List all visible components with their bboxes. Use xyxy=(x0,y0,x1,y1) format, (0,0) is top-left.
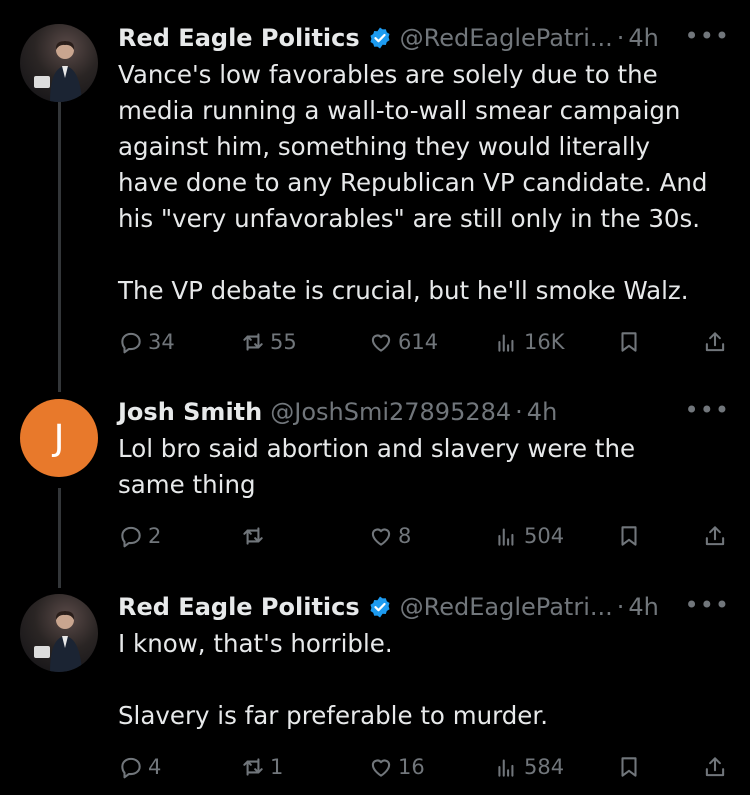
tweet-content: Red Eagle Politics @RedEaglePatri... · 4… xyxy=(118,589,730,779)
reply-icon xyxy=(121,526,141,548)
repost-count: 55 xyxy=(270,330,297,354)
tweet-header: Red Eagle Politics @RedEaglePatri... · 4… xyxy=(118,20,730,56)
reply-button[interactable]: 4 xyxy=(118,749,161,785)
like-count: 614 xyxy=(398,330,439,354)
repost-icon xyxy=(243,527,263,545)
reply-count: 34 xyxy=(148,330,175,354)
thread-line xyxy=(58,88,61,392)
bookmark-button[interactable] xyxy=(616,518,642,554)
tweet-text: I know, that's horrible. Slavery is far … xyxy=(118,629,548,730)
separator-dot: · xyxy=(616,24,625,52)
repost-icon xyxy=(243,333,263,351)
more-icon[interactable]: ••• xyxy=(685,591,730,619)
heart-icon xyxy=(371,334,391,352)
more-icon[interactable]: ••• xyxy=(685,396,730,424)
avatar-photo xyxy=(34,611,82,672)
repost-button[interactable]: 55 xyxy=(240,324,297,360)
views-button[interactable]: 504 xyxy=(494,518,564,554)
share-icon xyxy=(705,526,725,546)
view-count: 504 xyxy=(524,524,565,548)
timestamp[interactable]: 4h xyxy=(628,24,658,52)
action-bar: 4 1 16 584 xyxy=(118,749,730,785)
verified-badge-icon[interactable] xyxy=(368,595,392,619)
views-icon xyxy=(498,528,514,546)
share-button[interactable] xyxy=(702,749,728,785)
repost-button[interactable] xyxy=(240,518,270,554)
reply-icon xyxy=(121,757,141,779)
timestamp[interactable]: 4h xyxy=(527,398,557,426)
bookmark-icon xyxy=(621,526,637,546)
share-button[interactable] xyxy=(702,324,728,360)
separator-dot: · xyxy=(616,593,625,621)
action-bar: 2 8 504 xyxy=(118,518,730,554)
like-button[interactable]: 614 xyxy=(368,324,438,360)
views-icon xyxy=(498,334,514,352)
repost-count: 1 xyxy=(270,755,284,779)
heart-icon xyxy=(371,759,391,777)
view-count: 584 xyxy=(524,755,565,779)
reply-button[interactable]: 34 xyxy=(118,324,175,360)
verified-badge-icon[interactable] xyxy=(368,26,392,50)
thread-line xyxy=(58,488,61,588)
bookmark-button[interactable] xyxy=(616,749,642,785)
reply-icon xyxy=(121,332,141,354)
view-count: 16K xyxy=(524,330,565,354)
action-bar: 34 55 614 16K xyxy=(118,324,730,360)
views-button[interactable]: 584 xyxy=(494,749,564,785)
avatar[interactable]: J xyxy=(20,399,98,477)
tweet-content: Josh Smith @JoshSmi27895284 · 4h ••• Lol… xyxy=(118,394,730,548)
user-handle[interactable]: @RedEaglePatri... xyxy=(400,593,613,621)
reply-count: 4 xyxy=(148,755,162,779)
tweet-header: Josh Smith @JoshSmi27895284 · 4h xyxy=(118,394,730,430)
user-handle[interactable]: @RedEaglePatri... xyxy=(400,24,613,52)
like-count: 8 xyxy=(398,524,412,548)
share-icon xyxy=(705,757,725,777)
tweet-text: Lol bro said abortion and slavery were t… xyxy=(118,434,636,499)
heart-icon xyxy=(371,528,391,546)
avatar[interactable] xyxy=(20,24,98,102)
bookmark-icon xyxy=(621,757,637,777)
views-button[interactable]: 16K xyxy=(494,324,565,360)
like-button[interactable]: 8 xyxy=(368,518,411,554)
display-name[interactable]: Red Eagle Politics xyxy=(118,24,360,52)
reply-count: 2 xyxy=(148,524,162,548)
tweet-content: Red Eagle Politics @RedEaglePatri... · 4… xyxy=(118,20,730,354)
timestamp[interactable]: 4h xyxy=(628,593,658,621)
avatar-photo xyxy=(34,41,82,102)
views-icon xyxy=(498,759,514,777)
avatar[interactable] xyxy=(20,594,98,672)
like-count: 16 xyxy=(398,755,425,779)
tweet-header: Red Eagle Politics @RedEaglePatri... · 4… xyxy=(118,589,730,625)
repost-button[interactable]: 1 xyxy=(240,749,283,785)
separator-dot: · xyxy=(515,398,523,426)
display-name[interactable]: Red Eagle Politics xyxy=(118,593,360,621)
bookmark-icon xyxy=(621,332,637,352)
share-button[interactable] xyxy=(702,518,728,554)
bookmark-button[interactable] xyxy=(616,324,642,360)
share-icon xyxy=(705,332,725,352)
more-icon[interactable]: ••• xyxy=(685,22,730,50)
like-button[interactable]: 16 xyxy=(368,749,425,785)
repost-icon xyxy=(243,758,263,776)
user-handle[interactable]: @JoshSmi27895284 xyxy=(270,398,511,426)
reply-button[interactable]: 2 xyxy=(118,518,161,554)
display-name[interactable]: Josh Smith xyxy=(118,398,262,426)
tweet-text: Vance's low favorables are solely due to… xyxy=(118,60,708,305)
